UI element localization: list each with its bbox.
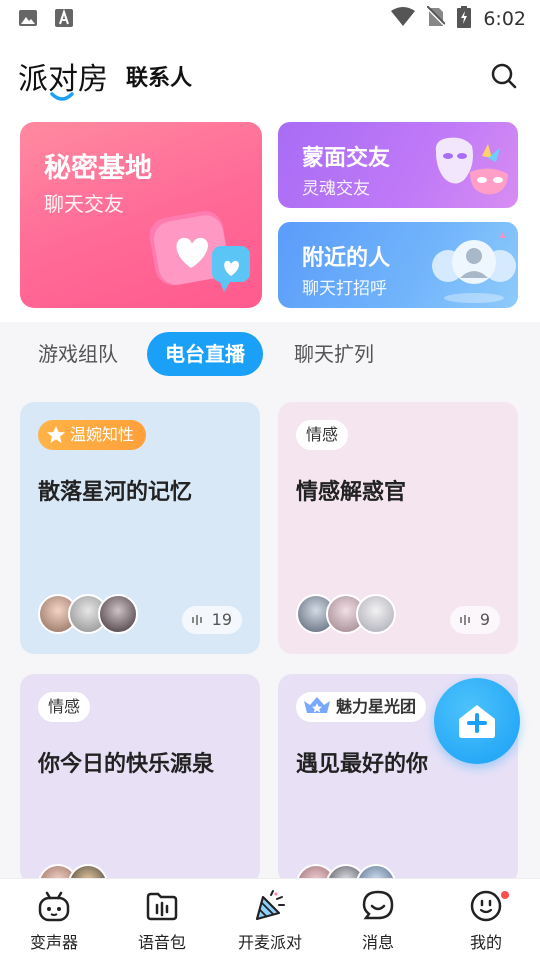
star-badge-icon [304,697,330,713]
no-sim-icon [426,5,447,32]
room-tag: 情感 [38,692,91,722]
battery-charging-icon [457,6,472,32]
audio-wave-icon [191,615,202,625]
nav-label: 我的 [469,933,502,952]
status-bar: 6:02 [0,0,540,36]
nearby-people-card[interactable]: 附近的人 聊天打招呼 [278,222,518,308]
nav-label: 开麦派对 [237,933,302,952]
room-title: 散落星河的记忆 [38,480,193,505]
mask-icon [435,137,508,195]
people-group-icon [432,232,516,303]
profile-face-icon [470,890,502,922]
notification-dot [501,891,509,899]
listener-count-value: 9 [479,610,490,629]
room-tag-label: 温婉知性 [70,425,135,444]
chat-bubble-icon [362,890,394,920]
star-icon [47,426,65,443]
house-plus-icon [459,705,495,738]
search-icon[interactable] [490,62,518,90]
secret-base-card[interactable]: 秘密基地 聊天交友 [20,122,262,308]
masked-dating-title: 蒙面交友 [302,146,391,171]
nearby-people-subtitle: 聊天打招呼 [302,279,387,299]
listener-count-value: 19 [211,610,232,629]
listener-count: 9 [449,606,500,634]
robot-face-icon [38,891,70,922]
room-tag-label: 魅力星光团 [336,697,417,716]
nav-messages[interactable]: 消息 [333,889,423,953]
room-title: 情感解惑官 [296,480,407,505]
title-underline-icon [50,92,74,101]
room-avatars [296,594,396,634]
folder-audio-icon [146,892,178,921]
tab-chat-expand[interactable]: 聊天扩列 [294,332,374,376]
secret-base-subtitle: 聊天交友 [44,192,124,216]
wifi-icon [391,7,416,31]
header: 派对房 联系人 [0,52,540,104]
room-card[interactable]: 情感 你今日的快乐源泉 [20,674,260,884]
room-card[interactable]: 情感 情感解惑官 9 [278,402,518,654]
avatar [98,594,138,634]
tab-contacts[interactable]: 联系人 [126,60,192,92]
room-tag-label: 情感 [48,697,81,716]
masked-dating-card[interactable]: 蒙面交友 灵魂交友 [278,122,518,208]
room-tag-label: 情感 [306,425,339,444]
nav-label: 消息 [361,933,394,952]
room-avatars [38,594,138,634]
nav-label: 变声器 [29,933,78,952]
masked-dating-subtitle: 灵魂交友 [302,179,370,199]
nav-voice-pack[interactable]: 语音包 [117,889,207,953]
room-tag: 情感 [296,420,349,450]
tab-game-team[interactable]: 游戏组队 [38,332,118,376]
nav-voice-changer[interactable]: 变声器 [9,889,99,953]
nav-open-mic-party[interactable]: 开麦派对 [225,889,315,953]
create-room-button[interactable] [434,678,520,764]
nearby-people-title: 附近的人 [302,246,391,271]
nav-profile[interactable]: 我的 [441,889,531,953]
font-notification-icon [54,8,74,28]
room-title: 遇见最好的你 [296,752,429,777]
room-tag: 魅力星光团 [296,692,427,722]
tab-radio-live[interactable]: 电台直播 [147,332,263,376]
avatar [356,594,396,634]
listener-count: 19 [181,606,242,634]
audio-wave-icon [459,615,470,625]
status-time: 6:02 [483,8,526,30]
secret-base-title: 秘密基地 [44,153,152,184]
party-horn-icon [255,890,285,921]
bottom-nav: 变声器 语音包 开麦派对 消息 我的 [0,878,540,960]
image-notification-icon [18,8,38,28]
nav-label: 语音包 [137,933,186,952]
room-card[interactable]: 温婉知性 散落星河的记忆 19 [20,402,260,654]
room-tag: 温婉知性 [38,420,147,450]
heart-chat-icon [149,210,250,292]
room-title: 你今日的快乐源泉 [38,752,215,777]
